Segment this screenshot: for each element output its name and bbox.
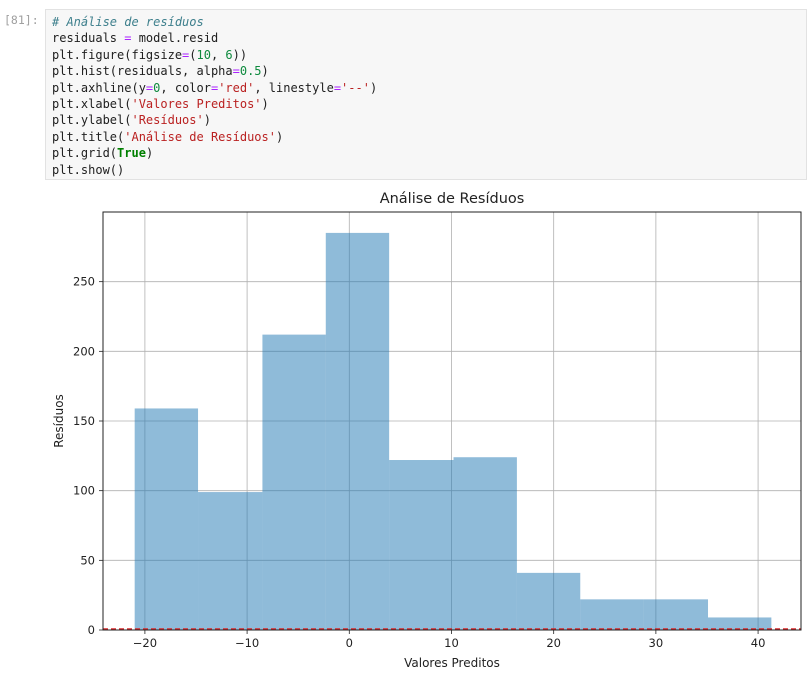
code-token: ,	[210, 47, 226, 62]
code-token: plt.title(	[52, 129, 125, 144]
code-token: plt.show()	[52, 162, 125, 177]
code-token: residuals	[52, 31, 125, 46]
x-tick-label: 30	[649, 636, 664, 650]
x-tick-label: −10	[235, 636, 259, 650]
y-tick-label: 150	[73, 414, 95, 428]
histogram-bar	[198, 492, 263, 630]
code-token: )	[261, 64, 269, 79]
code-token: )	[261, 97, 269, 111]
code-token: 'Análise de Resíduos'	[124, 129, 276, 144]
code-token: ))	[232, 47, 248, 62]
code-token: )	[369, 80, 378, 95]
code-token: )	[275, 129, 284, 144]
code-line: plt.figure(figsize=(10, 6))	[52, 47, 247, 63]
code-token: 'Valores Preditos'	[131, 97, 262, 111]
code-line: plt.show()	[52, 162, 124, 178]
histogram-bar	[516, 572, 581, 630]
y-tick-label: 0	[88, 623, 95, 637]
code-line: plt.title('Análise de Resíduos')	[52, 129, 283, 145]
code-line: # Análise de resíduos	[52, 14, 204, 30]
code-token: plt.ylabel(	[52, 113, 132, 128]
code-cell[interactable]: # Análise de resíduos residuals = model.r…	[45, 9, 807, 180]
code-token: , color	[160, 80, 211, 95]
code-token: 10	[196, 47, 211, 62]
chart-title: Análise de Resíduos	[380, 191, 525, 207]
code-token: '--'	[341, 80, 370, 95]
code-token: plt.grid(	[52, 146, 118, 161]
histogram-bar	[643, 599, 709, 630]
histogram-bar	[708, 617, 772, 630]
code-token: plt.hist(residuals, alpha	[52, 64, 233, 79]
code-token: plt.axhline(y	[52, 80, 146, 95]
code-token: )	[145, 146, 154, 161]
x-tick-label: 40	[751, 636, 766, 650]
code-line: plt.axhline(y=0, color='red', linestyle=…	[52, 80, 377, 96]
code-token: )	[203, 113, 211, 128]
residual-histogram-chart: −20 −10 0 10 20 30 40 0 50 100 150 200 250 Análise d…	[52, 191, 802, 670]
code-token: (	[189, 47, 197, 62]
histogram-bar	[325, 232, 390, 630]
code-line: residuals = model.resid	[52, 30, 218, 46]
y-axis-label: Resíduos	[52, 394, 66, 448]
x-tick-label: −20	[133, 636, 157, 650]
histogram-bar	[580, 599, 644, 630]
code-token: # Análise de resíduos	[52, 15, 204, 29]
code-token: =	[333, 80, 342, 95]
y-tick-label: 250	[73, 275, 95, 289]
code-token: 6	[225, 47, 233, 62]
code-token: model.resid	[131, 31, 219, 46]
code-token: 0.5	[239, 64, 262, 79]
code-line: plt.hist(residuals, alpha=0.5)	[52, 63, 269, 79]
code-token: plt.figure(figsize	[52, 47, 183, 62]
code-token: True	[117, 146, 146, 161]
histogram-bar	[453, 457, 517, 630]
histogram-bar	[262, 334, 326, 630]
x-tick-label: 10	[444, 636, 459, 650]
x-axis-label: Valores Preditos	[404, 656, 500, 670]
x-tick-label: 0	[346, 636, 353, 650]
x-tick-label: 20	[546, 636, 561, 650]
code-token: , linestyle	[254, 80, 334, 95]
code-line: plt.xlabel('Valores Preditos')	[52, 96, 269, 112]
histogram-bar	[389, 460, 454, 630]
cell-prompt: [81]:	[4, 13, 39, 27]
code-token: 'red'	[218, 80, 255, 95]
code-line: plt.grid(True)	[52, 145, 153, 161]
code-token: =	[232, 64, 240, 79]
code-line: plt.ylabel('Resíduos')	[52, 112, 211, 128]
y-tick-label: 200	[73, 344, 95, 358]
code-token: plt.xlabel(	[52, 97, 132, 111]
code-token: 'Resíduos'	[131, 113, 204, 128]
y-tick-label: 50	[80, 553, 95, 567]
histogram-bars	[134, 232, 772, 630]
y-tick-label: 100	[73, 484, 95, 498]
histogram-bar	[134, 408, 199, 630]
